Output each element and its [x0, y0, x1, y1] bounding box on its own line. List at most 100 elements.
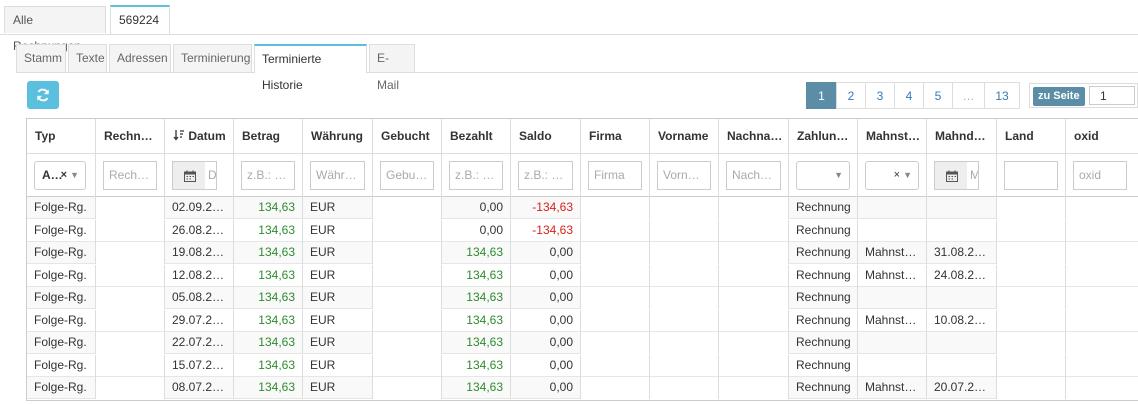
page-1-button[interactable]: 1	[806, 82, 837, 109]
filter-cell	[997, 154, 1066, 197]
col-header-land[interactable]: Land	[997, 119, 1066, 153]
cell-betrag: 134,63	[234, 287, 303, 309]
cell-zahlung: Rechnung	[789, 332, 858, 354]
vorname-filter-input[interactable]: Vorn…	[657, 161, 711, 190]
col-header-datum[interactable]: Datum	[165, 119, 234, 153]
cell-waehrung: EUR	[303, 354, 373, 377]
tab-texte[interactable]: Texte	[68, 44, 107, 72]
cell-typ: Folge-Rg.	[27, 219, 96, 242]
cell-empty	[373, 264, 442, 287]
col-header-vorname[interactable]: Vorname	[650, 119, 719, 153]
cell-bezahlt: 0,00	[442, 219, 511, 242]
tab-adressen[interactable]: Adressen	[109, 44, 171, 72]
col-header-betrag[interactable]: Betrag	[234, 119, 303, 153]
table-row[interactable]: Folge-Rg. 05.08.2… 134,63 EUR 134,63 0,00 Rech…	[27, 287, 1138, 309]
rechnung-filter-input[interactable]: Rech…	[103, 161, 157, 190]
tab-stamm[interactable]: Stamm	[16, 44, 66, 72]
gebucht-filter-input[interactable]: Gebu…	[380, 161, 434, 190]
refresh-button[interactable]	[27, 81, 59, 109]
cell-empty	[650, 242, 719, 264]
cell-bezahlt: 134,63	[442, 287, 511, 309]
cell-saldo: 0,00	[511, 242, 581, 264]
top-tab-bar: Alle Rechnungen 569224	[0, 0, 1138, 53]
table-row[interactable]: Folge-Rg. 29.07.2… 134,63 EUR 134,63 0,00 Rech…	[27, 309, 1138, 332]
table-row[interactable]: Folge-Rg. 19.08.2… 134,63 EUR 134,63 0,00 Rech…	[27, 242, 1138, 264]
cell-mahndatum	[927, 219, 997, 242]
col-header-saldo[interactable]: Saldo	[511, 119, 581, 153]
cell-empty	[719, 197, 789, 219]
cell-zahlung: Rechnung	[789, 287, 858, 309]
page-13-button[interactable]: 13	[984, 82, 1020, 109]
cell-saldo: 0,00	[511, 332, 581, 354]
cell-waehrung: EUR	[303, 332, 373, 354]
mahnstufe-filter-select[interactable]: × ▼	[865, 161, 919, 190]
land-filter-input[interactable]	[1004, 161, 1058, 190]
col-header-bezahlt[interactable]: Bezahlt	[442, 119, 511, 153]
page-3-button[interactable]: 3	[865, 82, 895, 109]
cell-empty	[96, 287, 165, 309]
waehrung-filter-input[interactable]: Währ…	[310, 161, 365, 190]
table-row[interactable]: Folge-Rg. 12.08.2… 134,63 EUR 134,63 0,00 Rech…	[27, 264, 1138, 287]
page-4-button[interactable]: 4	[894, 82, 924, 109]
cell-empty	[997, 242, 1066, 264]
cell-waehrung: EUR	[303, 197, 373, 219]
col-header-mahnstufe[interactable]: Mahnst…	[858, 119, 927, 153]
table-row[interactable]: Folge-Rg. 22.07.2… 134,63 EUR 134,63 0,00 Rech…	[27, 332, 1138, 354]
clear-icon[interactable]: ×	[894, 162, 900, 189]
goto-page-button[interactable]: zu Seite	[1033, 87, 1085, 106]
refresh-icon	[37, 88, 49, 102]
bezahlt-filter-input[interactable]: z.B.: …	[449, 161, 503, 190]
tab-all-invoices[interactable]: Alle Rechnungen	[4, 6, 106, 53]
oxid-filter-input[interactable]: oxid	[1073, 161, 1127, 190]
cell-bezahlt: 134,63	[442, 264, 511, 287]
datum-filter-input[interactable]: D	[205, 161, 217, 190]
col-header-oxid[interactable]: oxid	[1066, 119, 1138, 153]
betrag-filter-input[interactable]: z.B.: …	[241, 161, 295, 190]
cell-empty	[719, 377, 789, 399]
col-header-typ[interactable]: Typ	[27, 119, 96, 153]
mahndatum-calendar-button[interactable]	[934, 161, 968, 190]
page-2-button[interactable]: 2	[836, 82, 866, 109]
typ-filter-select[interactable]: A… × ▼	[34, 161, 86, 190]
typ-filter-value: A…	[42, 168, 63, 182]
mahndatum-filter-input[interactable]: M	[967, 161, 979, 190]
cell-mahndatum: 10.08.2…	[927, 309, 997, 332]
tab-terminierte-historie[interactable]: Terminierte Historie	[254, 44, 367, 92]
cell-empty	[719, 332, 789, 354]
saldo-filter-input[interactable]: z.B.: …	[518, 161, 573, 190]
goto-page-input[interactable]: 1	[1089, 86, 1135, 105]
table-row[interactable]: Folge-Rg. 26.08.2… 134,63 EUR 0,00 -134,63 Rec…	[27, 219, 1138, 242]
col-header-waehrung[interactable]: Währung	[303, 119, 373, 153]
filter-cell: D	[165, 154, 234, 197]
cell-empty	[719, 309, 789, 332]
zahlung-filter-select[interactable]: ▼	[796, 161, 850, 190]
filter-cell: oxid	[1066, 154, 1138, 197]
col-header-nachname[interactable]: Nachna…	[719, 119, 789, 153]
table-row[interactable]: Folge-Rg. 02.09.2… 134,63 EUR 0,00 -134,63 Rec…	[27, 197, 1138, 219]
filter-cell: A… × ▼	[27, 154, 96, 197]
datum-calendar-button[interactable]	[172, 161, 206, 190]
tab-terminierung[interactable]: Terminierung	[173, 44, 252, 72]
col-header-firma[interactable]: Firma	[581, 119, 650, 153]
table-row[interactable]: Folge-Rg. 08.07.2… 134,63 EUR 134,63 0,00 Rech…	[27, 377, 1138, 399]
col-header-gebucht[interactable]: Gebucht	[373, 119, 442, 153]
cell-mahndatum: 20.07.2…	[927, 377, 997, 399]
cell-empty	[1066, 242, 1138, 264]
tab-invoice-569224[interactable]: 569224	[110, 5, 170, 34]
cell-empty	[373, 242, 442, 264]
cell-betrag: 134,63	[234, 332, 303, 354]
col-header-mahndatum[interactable]: Mahnd…	[927, 119, 997, 153]
col-header-rechnung[interactable]: Rechn…	[96, 119, 165, 153]
nachname-filter-input[interactable]: Nach…	[726, 161, 781, 190]
cell-typ: Folge-Rg.	[27, 197, 96, 219]
table-row[interactable]: Folge-Rg. 15.07.2… 134,63 EUR 134,63 0,00 Rech…	[27, 354, 1138, 377]
filter-cell: Rech…	[96, 154, 165, 197]
cell-mahnstufe	[858, 219, 927, 242]
clear-icon[interactable]: ×	[61, 162, 67, 189]
cell-datum: 12.08.2…	[165, 264, 234, 287]
cell-bezahlt: 0,00	[442, 197, 511, 219]
page-5-button[interactable]: 5	[923, 82, 953, 109]
firma-filter-input[interactable]: Firma	[588, 161, 642, 190]
tab-email[interactable]: E-Mail	[369, 44, 415, 92]
col-header-zahlung[interactable]: Zahlun…	[789, 119, 858, 153]
